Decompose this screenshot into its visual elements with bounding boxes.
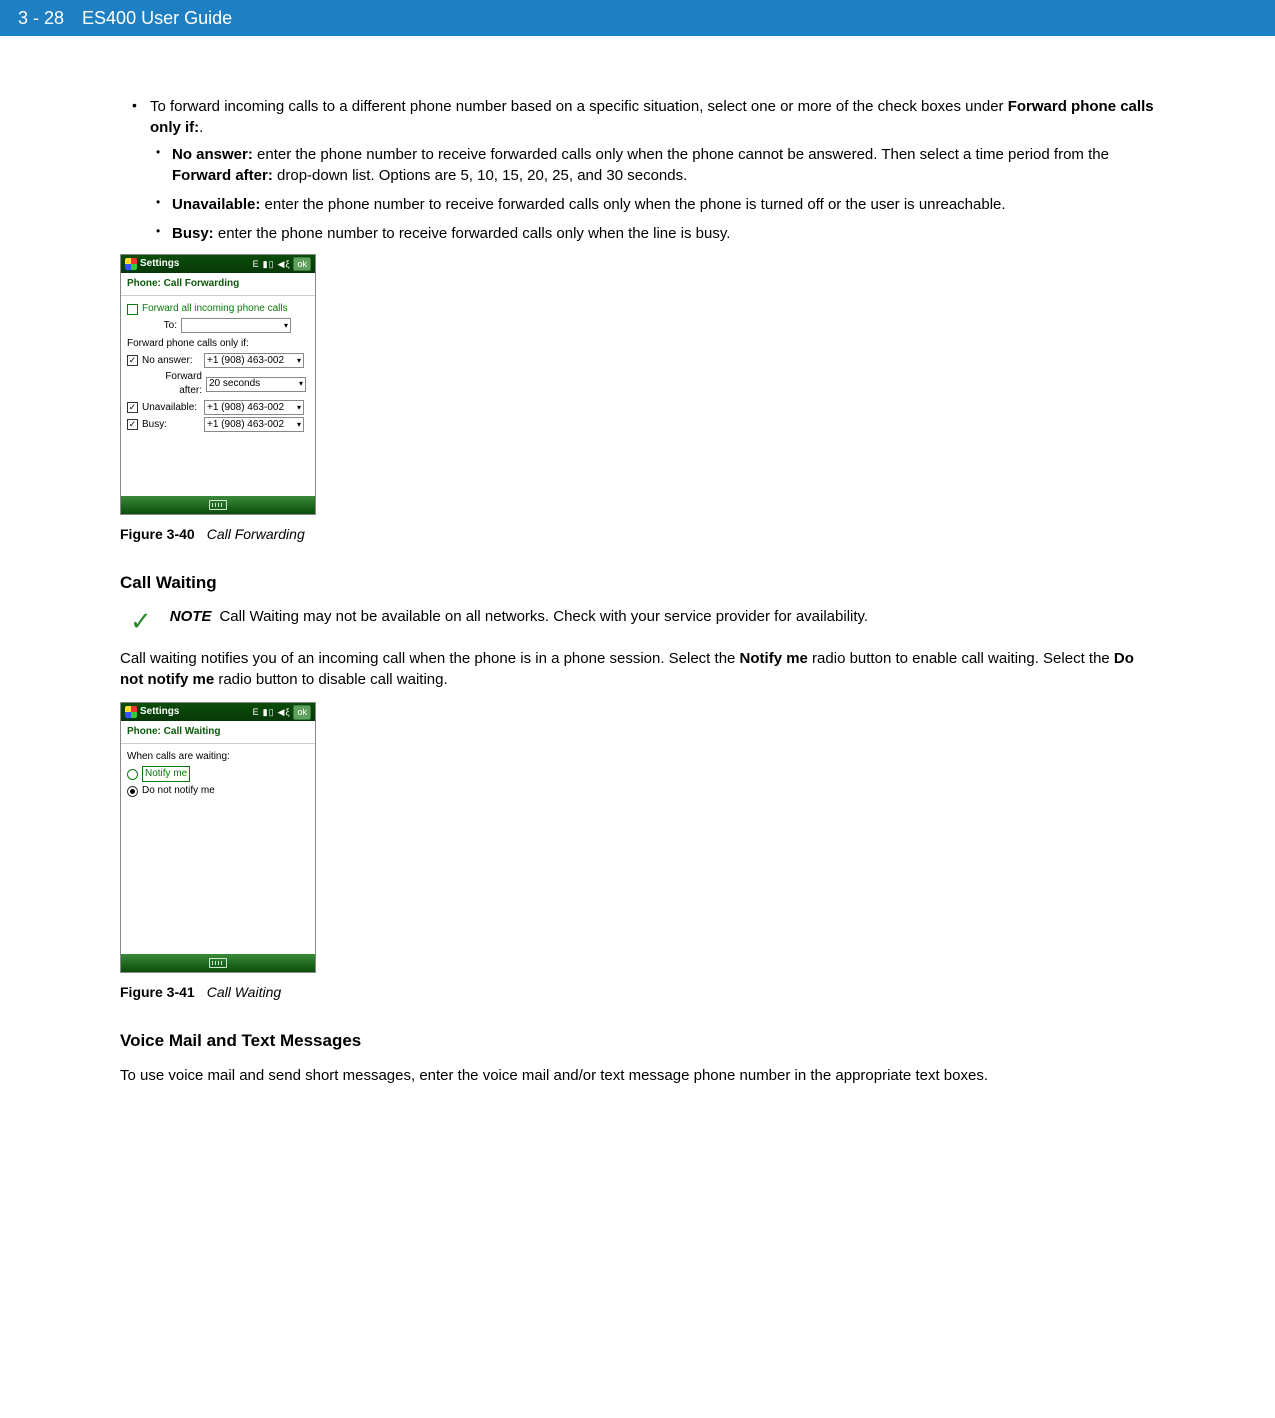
ss1-bottombar [121, 496, 315, 514]
busy-checkbox[interactable]: ✓ [127, 419, 138, 430]
ok-button[interactable]: ok [293, 257, 311, 272]
unavailable-label: Unavailable: [142, 401, 200, 415]
forward-all-checkbox[interactable] [127, 304, 138, 315]
unavailable-checkbox[interactable]: ✓ [127, 402, 138, 413]
chevron-down-icon: ▾ [297, 419, 301, 430]
ss2-subtitle: Phone: Call Waiting [121, 721, 315, 744]
busy-label: Busy: [142, 418, 200, 432]
chevron-down-icon: ▾ [299, 378, 303, 389]
signal-icon: ▮▯ [263, 258, 275, 271]
ss2-bottombar [121, 954, 315, 972]
bullet-unavailable: Unavailable: enter the phone number to r… [172, 194, 1155, 215]
voicemail-paragraph: To use voice mail and send short message… [120, 1065, 1155, 1086]
keyboard-icon[interactable] [209, 500, 227, 510]
ss1-title: Settings [140, 257, 179, 271]
to-input[interactable]: ▾ [181, 318, 291, 333]
ss2-titlebar: Settings E ▮▯ ◀ξ ok [121, 703, 315, 721]
keyboard-icon[interactable] [209, 958, 227, 968]
ss1-titlebar: Settings E ▮▯ ◀ξ ok [121, 255, 315, 273]
to-label: To: [147, 319, 177, 333]
when-waiting-label: When calls are waiting: [127, 750, 230, 764]
chevron-down-icon: ▾ [297, 402, 301, 413]
no-answer-label: No answer: [142, 354, 200, 368]
bullet-busy: Busy: enter the phone number to receive … [172, 223, 1155, 244]
page-number: 3 - 28 [18, 8, 64, 29]
call-waiting-paragraph: Call waiting notifies you of an incoming… [120, 648, 1155, 690]
ss1-subtitle: Phone: Call Forwarding [121, 273, 315, 296]
note-label: NOTE [170, 608, 212, 625]
windows-flag-icon [125, 706, 137, 718]
voicemail-heading: Voice Mail and Text Messages [120, 1029, 1155, 1053]
screenshot-call-forwarding: Settings E ▮▯ ◀ξ ok Phone: Call Forwardi… [120, 254, 316, 515]
figure-caption-1: Figure 3-40Call Forwarding [120, 525, 1155, 545]
notify-me-label: Notify me [142, 766, 190, 782]
status-e-icon: E [253, 258, 260, 271]
busy-input[interactable]: +1 (908) 463-002▾ [204, 417, 304, 432]
ss2-title: Settings [140, 705, 179, 719]
only-if-label: Forward phone calls only if: [127, 337, 249, 351]
screenshot-call-waiting: Settings E ▮▯ ◀ξ ok Phone: Call Waiting … [120, 702, 316, 973]
bullet-no-answer: No answer: enter the phone number to rec… [172, 144, 1155, 186]
check-icon: ✓ [130, 608, 152, 634]
chevron-down-icon: ▾ [284, 320, 288, 331]
do-not-notify-label: Do not notify me [142, 784, 215, 798]
forward-all-label: Forward all incoming phone calls [142, 302, 288, 316]
page-header: 3 - 28 ES400 User Guide [0, 0, 1275, 36]
unavailable-input[interactable]: +1 (908) 463-002▾ [204, 400, 304, 415]
page-content: To forward incoming calls to a different… [0, 36, 1275, 1138]
bullet-main: To forward incoming calls to a different… [150, 96, 1155, 244]
note-block: ✓ NOTE Call Waiting may not be available … [130, 606, 1155, 634]
note-text: Call Waiting may not be available on all… [219, 608, 868, 625]
chevron-down-icon: ▾ [297, 355, 301, 366]
call-waiting-heading: Call Waiting [120, 571, 1155, 595]
forward-after-select[interactable]: 20 seconds▾ [206, 377, 306, 392]
speaker-icon: ◀ξ [278, 258, 291, 271]
notify-me-radio[interactable] [127, 769, 138, 780]
guide-title: ES400 User Guide [82, 8, 232, 29]
do-not-notify-radio[interactable] [127, 786, 138, 797]
speaker-icon: ◀ξ [278, 706, 291, 719]
no-answer-checkbox[interactable]: ✓ [127, 355, 138, 366]
forward-after-label: Forward after: [144, 370, 202, 398]
status-e-icon: E [253, 706, 260, 719]
windows-flag-icon [125, 258, 137, 270]
ok-button[interactable]: ok [293, 705, 311, 720]
signal-icon: ▮▯ [263, 706, 275, 719]
no-answer-input[interactable]: +1 (908) 463-002▾ [204, 353, 304, 368]
figure-caption-2: Figure 3-41Call Waiting [120, 983, 1155, 1003]
